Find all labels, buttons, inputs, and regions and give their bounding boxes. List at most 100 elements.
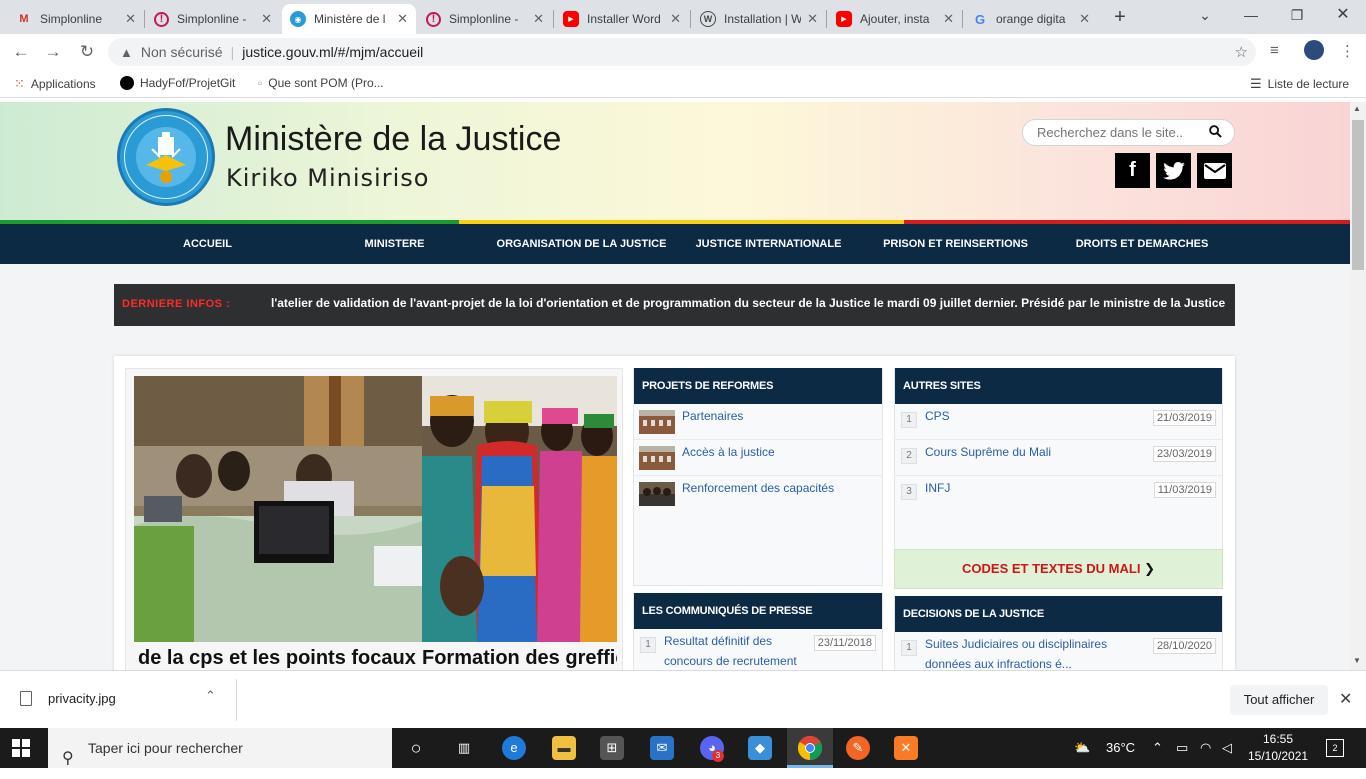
browser-tab-2[interactable]: ! Simplonline - ✕ <box>146 4 280 34</box>
browser-tab-8[interactable]: G orange digita ✕ <box>964 4 1098 34</box>
weather-icon[interactable]: ⛅ <box>1074 728 1090 768</box>
bookmark-github[interactable]: HadyFof/ProjetGit <box>120 76 235 90</box>
scrollbar-thumb[interactable] <box>1352 120 1364 270</box>
new-tab-button[interactable]: + <box>1108 6 1132 30</box>
browser-tab-3-active[interactable]: ◉ Ministère de l ✕ <box>282 4 416 34</box>
close-icon[interactable]: ✕ <box>261 11 272 27</box>
omnibox[interactable]: ▲ Non sécurisé | justice.gouv.ml/#/mjm/a… <box>108 38 1256 66</box>
autres-sites-row-2[interactable]: 2 Cours Suprême du Mali 23/03/2019 <box>895 440 1222 476</box>
back-arrow-icon[interactable]: ← <box>10 42 32 64</box>
decision-label-line1[interactable]: Suites Judiciaires ou disciplinaires <box>925 634 1107 654</box>
browser-tab-5[interactable]: ▶ Installer Word ✕ <box>555 4 689 34</box>
page-scrollbar[interactable]: ▲ ▼ <box>1350 102 1366 670</box>
ticker-text[interactable]: l'atelier de validation de l'avant-proje… <box>271 296 1229 310</box>
task-view-icon[interactable]: ▥ <box>452 736 476 760</box>
xampp-icon[interactable]: ✕ <box>894 736 918 760</box>
slide-caption-1[interactable]: de la cps et les points focaux <box>138 647 418 670</box>
decision-label-line2[interactable]: données aux infractions é... <box>925 654 1072 670</box>
edge-icon[interactable]: e <box>502 736 526 760</box>
site-link-label[interactable]: INFJ <box>925 478 950 498</box>
store-icon[interactable]: ⊞ <box>600 736 624 760</box>
decision-row-1[interactable]: 1 Suites Judiciaires ou disciplinaires d… <box>895 632 1222 670</box>
close-icon[interactable]: ✕ <box>807 11 818 27</box>
cortana-icon[interactable]: ○ <box>404 736 428 760</box>
slide-caption-2[interactable]: Formation des greffier <box>422 647 617 670</box>
reforme-label[interactable]: Renforcement des capacités <box>682 478 834 498</box>
bookmark-applications[interactable]: ⁙ Applications <box>14 76 96 92</box>
scroll-up-arrow-icon[interactable]: ▲ <box>1353 104 1361 113</box>
chrome-icon[interactable] <box>797 736 823 760</box>
restore-icon[interactable]: ❐ <box>1274 4 1320 26</box>
url-text[interactable]: justice.gouv.ml/#/mjm/accueil <box>242 44 423 60</box>
profile-avatar[interactable] <box>1304 40 1324 60</box>
reload-icon[interactable]: ↻ <box>76 42 98 64</box>
taskbar-clock[interactable]: 16:55 15/10/2021 <box>1248 731 1308 765</box>
taskbar-search[interactable]: ⚲ Taper ici pour rechercher <box>48 728 392 768</box>
action-center-icon[interactable]: 2 <box>1326 739 1344 757</box>
virtualbox-icon[interactable]: ◆ <box>748 736 772 760</box>
close-icon[interactable]: ✕ <box>533 11 544 27</box>
browser-tab-7[interactable]: ▶ Ajouter, insta ✕ <box>828 4 962 34</box>
mail-icon[interactable]: ✉ <box>650 736 674 760</box>
browser-tab-6[interactable]: W Installation | W ✕ <box>692 4 826 34</box>
site-link-label[interactable]: CPS <box>925 406 950 426</box>
sublime-icon[interactable]: ✎ <box>846 736 870 760</box>
close-icon[interactable]: ✕ <box>670 11 681 27</box>
slide-photo-meeting[interactable] <box>134 376 422 642</box>
email-envelope-icon[interactable] <box>1197 153 1232 188</box>
forward-arrow-icon[interactable]: → <box>42 42 64 64</box>
close-icon[interactable]: ✕ <box>1079 11 1090 27</box>
wifi-icon[interactable]: ◠ <box>1200 728 1211 768</box>
autres-sites-row-3[interactable]: 3 INFJ 11/03/2019 <box>895 476 1222 512</box>
mali-coat-of-arms-logo[interactable] <box>117 108 215 206</box>
reforme-row-2[interactable]: Accès à la justice <box>634 440 882 476</box>
scroll-down-arrow-icon[interactable]: ▼ <box>1353 656 1361 665</box>
battery-icon[interactable]: ▭ <box>1176 728 1188 768</box>
bookmark-pom[interactable]: ▫ Que sont POM (Pro... <box>258 76 384 90</box>
nav-organisation-justice[interactable]: ORGANISATION DE LA JUSTICE <box>488 224 675 264</box>
weather-temp[interactable]: 36°C <box>1106 728 1135 768</box>
browser-tab-1[interactable]: M Simplonline ✕ <box>8 4 144 34</box>
reforme-row-1[interactable]: Partenaires <box>634 404 882 440</box>
codes-textes-button[interactable]: CODES ET TEXTES DU MALI ❯ <box>894 549 1223 589</box>
security-status[interactable]: Non sécurisé <box>141 44 223 60</box>
communique-label-line2[interactable]: concours de recrutement <box>664 651 797 670</box>
close-icon[interactable]: ✕ <box>943 11 954 27</box>
window-close-icon[interactable]: ✕ <box>1320 4 1366 26</box>
download-filename[interactable]: privacity.jpg <box>48 691 116 706</box>
site-link-label[interactable]: Cours Suprême du Mali <box>925 442 1051 462</box>
site-search-input[interactable] <box>1037 125 1207 140</box>
bookmark-star-icon[interactable]: ☆ <box>1235 43 1248 61</box>
site-search[interactable] <box>1022 119 1235 146</box>
reforme-label[interactable]: Accès à la justice <box>682 442 775 462</box>
reading-list[interactable]: ☰ Liste de lecture <box>1250 76 1349 92</box>
nav-ministere[interactable]: MINISTERE <box>301 224 488 264</box>
warning-icon[interactable]: ▲ <box>120 45 133 60</box>
communique-label-line1[interactable]: Resultat définitif des <box>664 631 772 651</box>
autres-sites-row-1[interactable]: 1 CPS 21/03/2019 <box>895 404 1222 440</box>
minimize-icon[interactable]: — <box>1228 4 1274 26</box>
tray-chevron-up-icon[interactable]: ⌃ <box>1152 728 1163 768</box>
nav-justice-internationale[interactable]: JUSTICE INTERNATIONALE <box>675 224 862 264</box>
media-control-icon[interactable]: ≡ <box>1270 42 1279 59</box>
browser-tab-4[interactable]: ! Simplonline - ✕ <box>418 4 552 34</box>
file-explorer-icon[interactable]: ▬ <box>552 736 576 760</box>
more-menu-icon[interactable]: ⋮ <box>1340 42 1355 60</box>
search-icon[interactable] <box>1209 125 1222 138</box>
close-icon[interactable]: ✕ <box>125 11 136 27</box>
close-icon[interactable]: ✕ <box>397 11 408 27</box>
download-item[interactable]: privacity.jpg <box>20 691 116 706</box>
nav-prison-reinsertions[interactable]: PRISON ET REINSERTIONS <box>862 224 1049 264</box>
nav-accueil[interactable]: ACCUEIL <box>114 224 301 264</box>
volume-icon[interactable]: ◁ <box>1222 728 1232 768</box>
twitter-icon[interactable] <box>1156 153 1191 188</box>
close-download-bar-icon[interactable]: ✕ <box>1339 689 1352 709</box>
news-ticker[interactable]: DERNIERE INFOS : l'atelier de validation… <box>114 284 1235 326</box>
communique-row-1[interactable]: 1 Resultat définitif des concours de rec… <box>634 629 882 670</box>
facebook-icon[interactable]: f <box>1115 153 1150 188</box>
tab-search-chevron-icon[interactable]: ⌄ <box>1182 4 1228 26</box>
reforme-row-3[interactable]: Renforcement des capacités <box>634 476 882 512</box>
windows-start-icon[interactable] <box>12 739 30 757</box>
show-all-downloads-button[interactable]: Tout afficher <box>1230 685 1328 715</box>
slide-photo-women[interactable] <box>422 376 617 642</box>
